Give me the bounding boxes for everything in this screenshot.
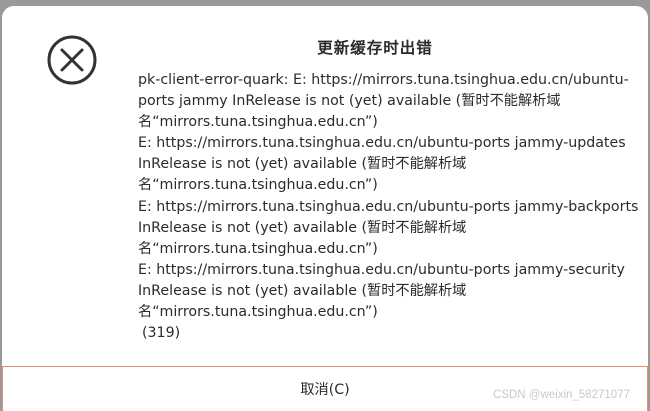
message-line: 名“mirrors.tuna.tsinghua.edu.cn”) — [138, 114, 378, 131]
watermark: CSDN @weixin_58271077 — [493, 389, 630, 401]
error-dialog: 更新缓存时出错 pk-client-error-quark: E: https:… — [2, 6, 648, 411]
message-line: InRelease is not (yet) available (暂时不能解析… — [138, 156, 467, 173]
message-line: pk-client-error-quark: E: https://mirror… — [138, 72, 629, 88]
error-code: (319) — [142, 325, 181, 342]
message-line: InRelease is not (yet) available (暂时不能解析… — [138, 282, 467, 299]
message-line: 名“mirrors.tuna.tsinghua.edu.cn”) — [138, 240, 378, 257]
message-line: E: https://mirrors.tuna.tsinghua.edu.cn/… — [138, 135, 626, 152]
message-line: 名“mirrors.tuna.tsinghua.edu.cn”) — [138, 304, 378, 321]
dialog-title: 更新缓存时出错 — [317, 39, 433, 57]
message-line: 名“mirrors.tuna.tsinghua.edu.cn”) — [138, 177, 378, 194]
message-line: E: https://mirrors.tuna.tsinghua.edu.cn/… — [138, 198, 639, 215]
message-line: E: https://mirrors.tuna.tsinghua.edu.cn/… — [138, 261, 625, 278]
error-message: pk-client-error-quark: E: https://mirror… — [138, 70, 639, 344]
message-line: InRelease is not (yet) available (暂时不能解析… — [138, 219, 467, 236]
message-line: ports jammy InRelease is not (yet) avail… — [138, 93, 561, 110]
